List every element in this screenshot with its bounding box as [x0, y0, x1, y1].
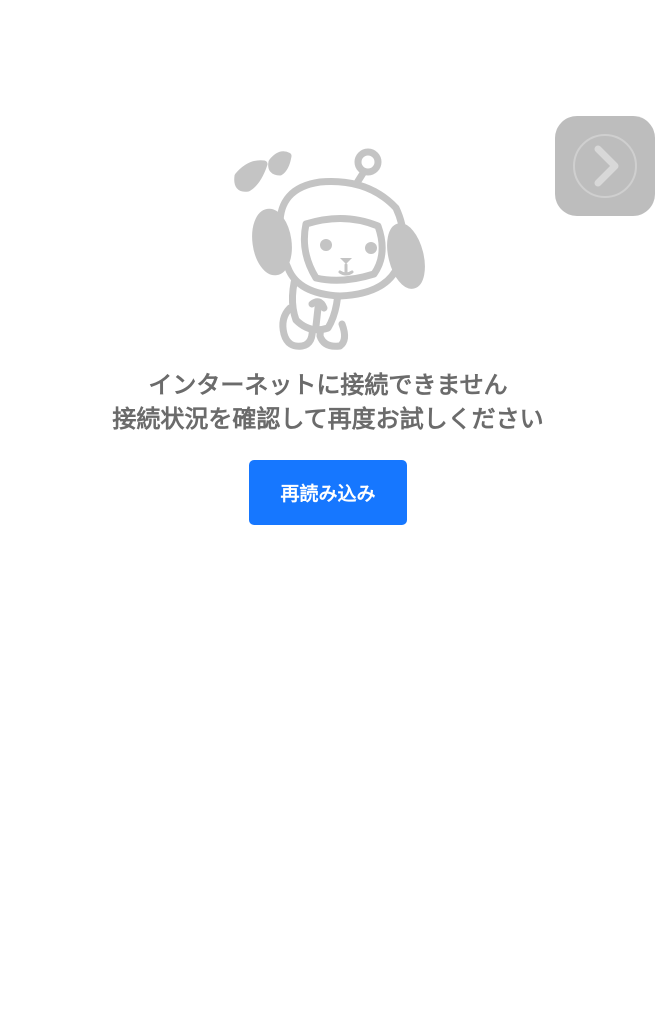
chevron-right-icon — [572, 133, 638, 199]
offline-mascot-icon — [228, 148, 428, 358]
reload-button[interactable]: 再読み込み — [249, 460, 407, 525]
error-message-line-1: インターネットに接続できません — [148, 371, 508, 399]
error-message: インターネットに接続できません 接続状況を確認して再度お試しください — [0, 368, 656, 436]
reload-button-label: 再読み込み — [280, 483, 376, 505]
error-message-line-2: 接続状況を確認して再度お試しください — [112, 405, 544, 433]
offline-error-screen: インターネットに接続できません 接続状況を確認して再度お試しください 再読み込み — [0, 0, 656, 1024]
next-button[interactable] — [555, 116, 655, 216]
